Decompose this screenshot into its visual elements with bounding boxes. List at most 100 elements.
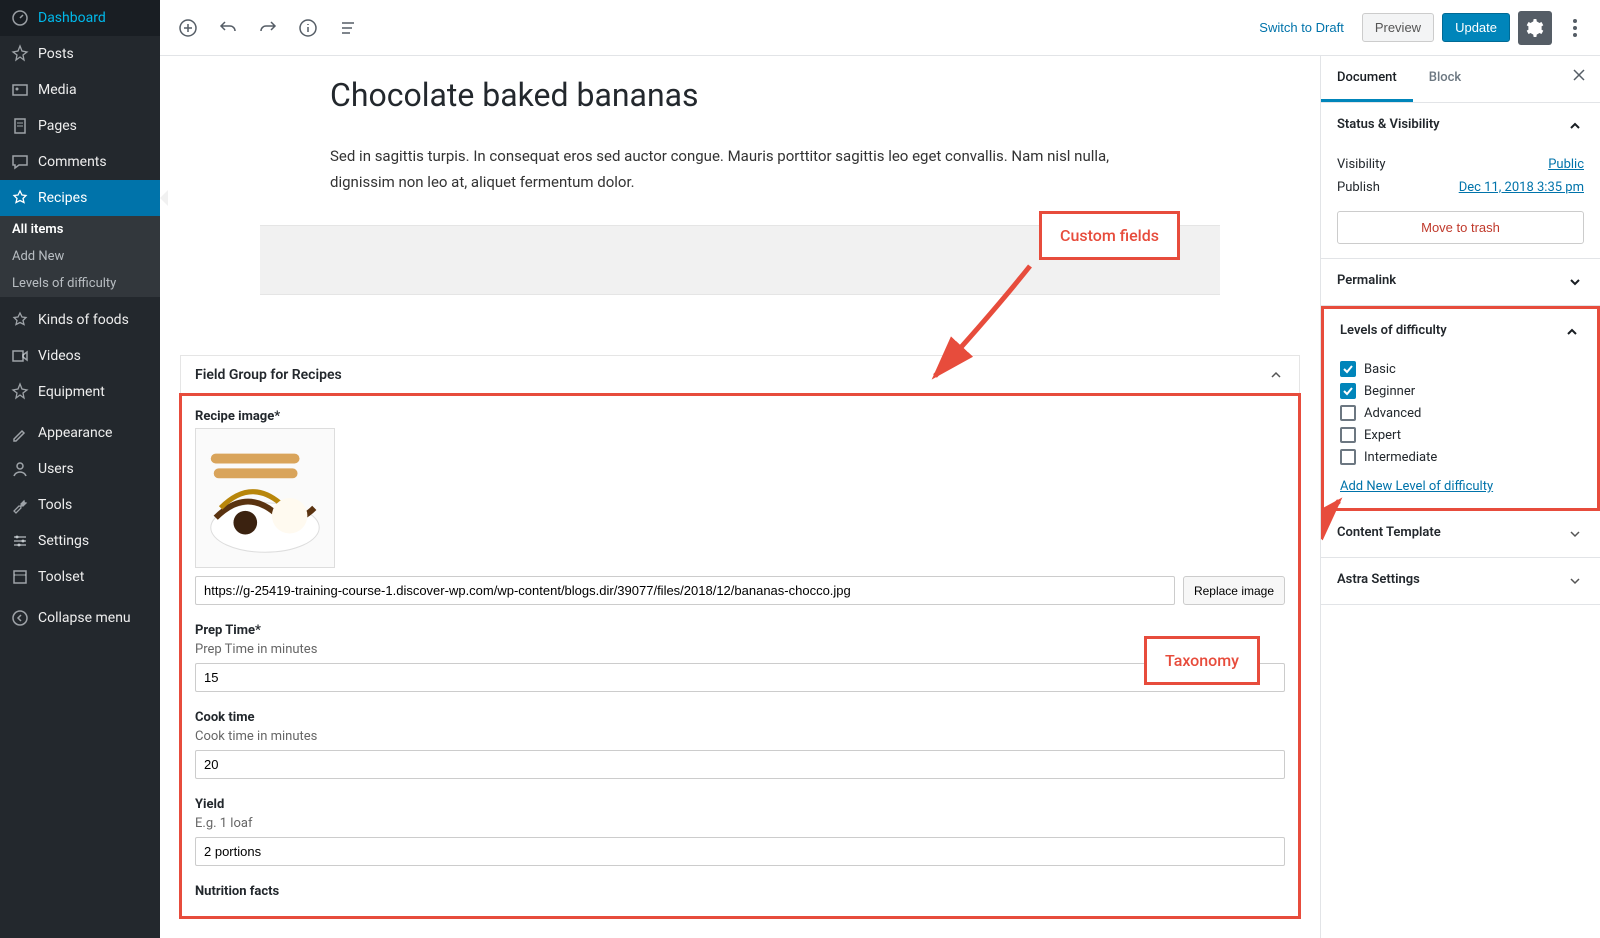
settings-panel: Document Block Status & Visibility Visib…	[1320, 56, 1600, 938]
metabox-toggle-icon[interactable]	[1267, 366, 1285, 384]
sidebar-sub-all-items[interactable]: All items	[0, 216, 160, 243]
levels-header[interactable]: Levels of difficulty	[1324, 309, 1597, 355]
checkbox[interactable]	[1340, 361, 1356, 377]
media-icon	[10, 80, 30, 100]
checkbox[interactable]	[1340, 383, 1356, 399]
tab-document[interactable]: Document	[1321, 56, 1413, 102]
pin-icon	[10, 44, 30, 64]
brush-icon	[10, 423, 30, 443]
callout-taxonomy: Taxonomy	[1144, 636, 1260, 685]
video-icon	[10, 346, 30, 366]
level-option-advanced[interactable]: Advanced	[1340, 405, 1581, 421]
sidebar-item-users[interactable]: Users	[0, 451, 160, 487]
recipe-image-thumbnail[interactable]	[195, 428, 335, 568]
settings-gear-button[interactable]	[1518, 11, 1552, 45]
sidebar-item-media[interactable]: Media	[0, 72, 160, 108]
sidebar-item-equipment[interactable]: Equipment	[0, 374, 160, 410]
publish-date-link[interactable]: Dec 11, 2018 3:35 pm	[1459, 180, 1584, 195]
replace-image-button[interactable]: Replace image	[1183, 576, 1285, 605]
sidebar-item-label: Recipes	[38, 190, 87, 206]
yield-label: Yield	[195, 797, 1285, 812]
level-option-beginner[interactable]: Beginner	[1340, 383, 1581, 399]
sidebar-item-label: Collapse menu	[38, 610, 131, 626]
sidebar-item-label: Toolset	[38, 569, 84, 585]
level-label: Basic	[1364, 362, 1396, 377]
level-option-basic[interactable]: Basic	[1340, 361, 1581, 377]
sidebar-sub-levels-of-difficulty[interactable]: Levels of difficulty	[0, 270, 160, 297]
field-group-metabox: Field Group for Recipes Recipe image*	[180, 355, 1300, 918]
tab-block[interactable]: Block	[1413, 56, 1477, 102]
cook-time-desc: Cook time in minutes	[195, 729, 1285, 744]
update-button[interactable]: Update	[1442, 13, 1510, 42]
astra-settings-header[interactable]: Astra Settings	[1321, 558, 1600, 604]
page-icon	[10, 116, 30, 136]
add-new-level-link[interactable]: Add New Level of difficulty	[1340, 479, 1493, 494]
status-visibility-header[interactable]: Status & Visibility	[1321, 103, 1600, 149]
sidebar-item-label: Settings	[38, 533, 89, 549]
move-to-trash-button[interactable]: Move to trash	[1337, 211, 1584, 244]
publish-label: Publish	[1337, 180, 1380, 195]
close-settings-button[interactable]	[1558, 56, 1600, 102]
main-area: Switch to Draft Preview Update Chocolate…	[160, 0, 1600, 938]
dashboard-icon	[10, 8, 30, 28]
checkbox[interactable]	[1340, 405, 1356, 421]
sidebar-item-comments[interactable]: Comments	[0, 144, 160, 180]
post-title[interactable]: Chocolate baked bananas	[330, 76, 1150, 114]
sidebar-item-label: Posts	[38, 46, 74, 62]
sidebar-item-pages[interactable]: Pages	[0, 108, 160, 144]
level-option-expert[interactable]: Expert	[1340, 427, 1581, 443]
prep-time-input[interactable]	[195, 663, 1285, 692]
comment-icon	[10, 152, 30, 172]
permalink-header[interactable]: Permalink	[1321, 259, 1600, 305]
sidebar-item-label: Comments	[38, 154, 107, 170]
collapse-icon	[10, 608, 30, 628]
sidebar-sub-add-new[interactable]: Add New	[0, 243, 160, 270]
sidebar-item-recipes[interactable]: Recipes	[0, 180, 160, 216]
sliders-icon	[10, 531, 30, 551]
nutrition-label: Nutrition facts	[195, 884, 1285, 899]
checkbox[interactable]	[1340, 449, 1356, 465]
levels-of-difficulty-panel: Levels of difficulty Basic Beginner Advanc…	[1321, 306, 1600, 511]
sidebar-item-label: Videos	[38, 348, 81, 364]
sidebar-item-settings[interactable]: Settings	[0, 523, 160, 559]
recipe-image-url-input[interactable]	[195, 576, 1175, 605]
wrench-icon	[10, 495, 30, 515]
level-label: Intermediate	[1364, 450, 1437, 465]
prep-time-desc: Prep Time in minutes	[195, 642, 1285, 657]
yield-input[interactable]	[195, 837, 1285, 866]
redo-button[interactable]	[250, 10, 286, 46]
more-options-button[interactable]	[1560, 11, 1590, 45]
add-block-button[interactable]	[170, 10, 206, 46]
chevron-down-icon	[1566, 273, 1584, 291]
toolset-icon	[10, 567, 30, 587]
sidebar-item-label: Users	[38, 461, 74, 477]
custom-fields-area: Recipe image*	[181, 395, 1299, 917]
checkbox[interactable]	[1340, 427, 1356, 443]
editor-topbar: Switch to Draft Preview Update	[160, 0, 1600, 56]
sidebar-item-videos[interactable]: Videos	[0, 338, 160, 374]
sidebar-item-tools[interactable]: Tools	[0, 487, 160, 523]
level-label: Beginner	[1364, 384, 1415, 399]
visibility-label: Visibility	[1337, 157, 1386, 172]
sidebar-item-collapse-menu[interactable]: Collapse menu	[0, 600, 160, 636]
chevron-up-icon	[1563, 323, 1581, 341]
cook-time-input[interactable]	[195, 750, 1285, 779]
arrow-custom-fields	[920, 256, 1040, 386]
undo-button[interactable]	[210, 10, 246, 46]
preview-button[interactable]: Preview	[1362, 13, 1434, 42]
sidebar-item-toolset[interactable]: Toolset	[0, 559, 160, 595]
level-option-intermediate[interactable]: Intermediate	[1340, 449, 1581, 465]
switch-to-draft-button[interactable]: Switch to Draft	[1249, 14, 1354, 41]
editor-canvas: Chocolate baked bananas Sed in sagittis …	[160, 56, 1320, 938]
user-icon	[10, 459, 30, 479]
sidebar-item-posts[interactable]: Posts	[0, 36, 160, 72]
info-button[interactable]	[290, 10, 326, 46]
content-template-header[interactable]: Content Template	[1321, 511, 1600, 557]
outline-button[interactable]	[330, 10, 366, 46]
post-body[interactable]: Sed in sagittis turpis. In consequat ero…	[330, 144, 1150, 195]
visibility-value-link[interactable]: Public	[1548, 157, 1584, 172]
level-label: Advanced	[1364, 406, 1421, 421]
sidebar-item-kinds-of-foods[interactable]: Kinds of foods	[0, 302, 160, 338]
sidebar-item-appearance[interactable]: Appearance	[0, 415, 160, 451]
sidebar-item-dashboard[interactable]: Dashboard	[0, 0, 160, 36]
